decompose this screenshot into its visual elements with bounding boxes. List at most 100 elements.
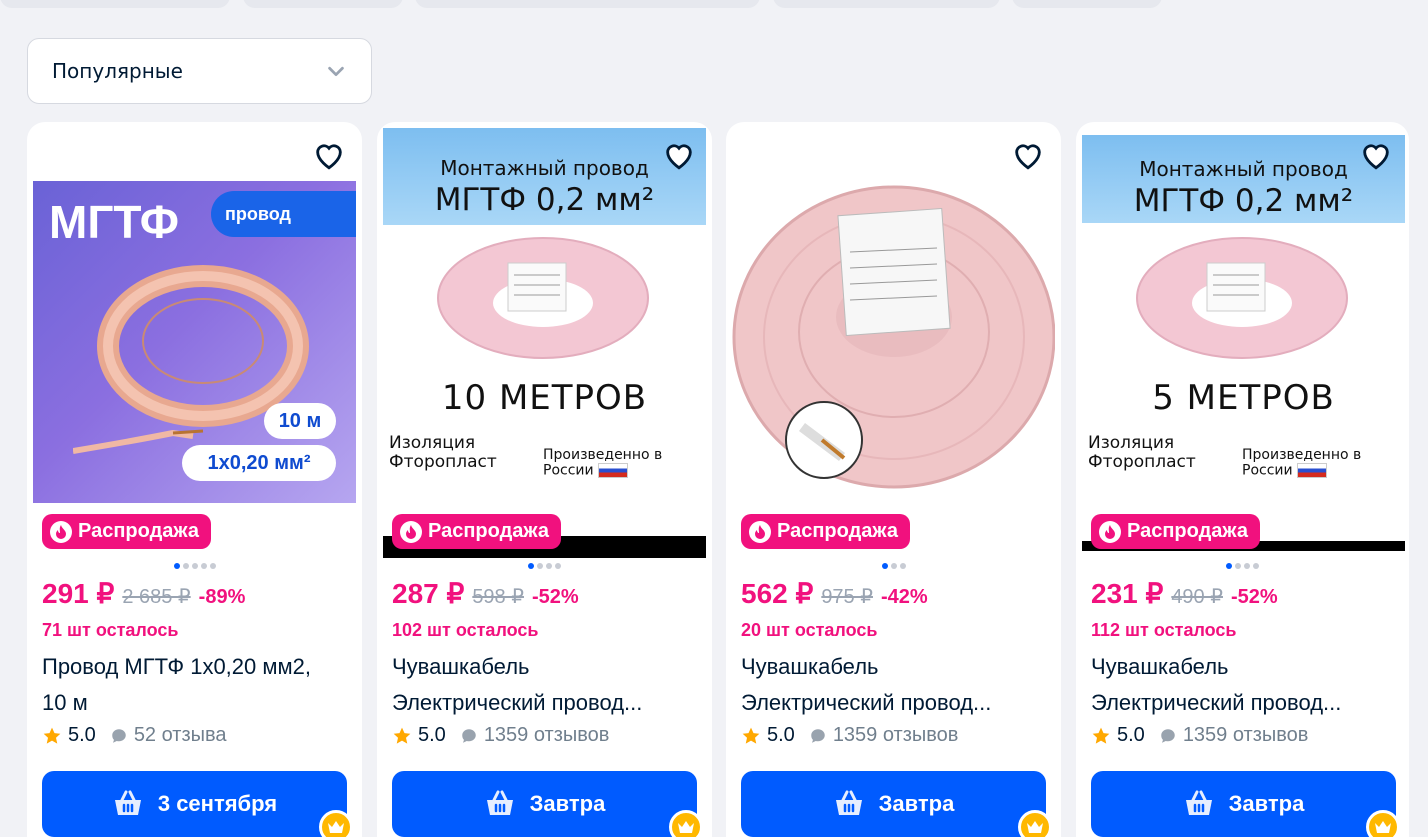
pagination-dot[interactable]: [209, 563, 216, 569]
photo-made-line-1: Произведенно в: [1242, 447, 1362, 463]
favorite-heart-icon[interactable]: [1009, 136, 1047, 174]
pagination-dot[interactable]: [555, 563, 561, 569]
product-title[interactable]: Чувашкабель Электрический провод...: [741, 649, 1051, 721]
rating-row: 5.0 1359 отзывов: [741, 724, 958, 747]
discount: -52%: [531, 586, 579, 608]
favorite-heart-icon[interactable]: [660, 136, 698, 174]
discount: -89%: [198, 586, 246, 608]
filter-chip[interactable]: [415, 0, 760, 8]
pagination-dot[interactable]: [528, 563, 534, 569]
flame-icon: [50, 520, 72, 543]
photo-insulation: Изоляция Фторопласт: [389, 434, 497, 472]
top-filter-chips: [0, 0, 1428, 8]
pagination-dot[interactable]: [1253, 563, 1259, 569]
filter-chip[interactable]: [773, 0, 1000, 8]
premium-crown-icon: [669, 810, 703, 837]
pagination-dot[interactable]: [881, 563, 888, 569]
sale-badge-label: Распродажа: [78, 520, 199, 542]
premium-crown-icon: [319, 810, 353, 837]
product-card[interactable]: МГТФ провод 10 м 1х0,20 мм² Распродажа 2…: [27, 122, 362, 837]
reviews-link[interactable]: 52 отзыва: [110, 724, 227, 747]
sale-badge: Распродажа: [42, 514, 211, 549]
pagination-dot[interactable]: [173, 563, 180, 569]
product-card[interactable]: Монтажный провод МГТФ 0,2 мм² 10 МЕТРОВ …: [377, 122, 712, 837]
photo-insulation-line-2: Фторопласт: [389, 452, 497, 472]
sort-dropdown[interactable]: Популярные: [27, 38, 372, 104]
sale-badge-label: Распродажа: [777, 520, 898, 542]
photo-pagination-dots: [1076, 563, 1409, 569]
delivery-date: Завтра: [529, 791, 606, 816]
photo-insulation: Изоляция Фторопласт: [1088, 434, 1196, 472]
photo-meters: 10 МЕТРОВ: [441, 378, 648, 418]
rating-score: 5.0: [1117, 724, 1145, 746]
basket-icon: [1185, 790, 1212, 815]
premium-crown-icon: [1018, 810, 1052, 837]
pagination-dot[interactable]: [890, 563, 897, 569]
reviews-count: 52 отзыва: [133, 724, 227, 746]
product-title[interactable]: Чувашкабель Электрический провод...: [1091, 649, 1401, 721]
title-line-2: Электрический провод...: [741, 690, 992, 715]
price: 231 ₽: [1091, 578, 1164, 609]
product-photo[interactable]: Монтажный провод МГТФ 0,2 мм² 5 МЕТРОВ И…: [1082, 135, 1405, 551]
product-title[interactable]: Чувашкабель Электрический провод...: [392, 649, 702, 721]
photo-banner-line-1: Монтажный провод: [440, 156, 649, 180]
old-price: 2 685 ₽: [122, 586, 191, 608]
photo-banner-line-2: МГТФ 0,2 мм²: [434, 182, 655, 218]
product-title[interactable]: Провод МГТФ 1х0,20 мм2, 10 м: [42, 649, 352, 721]
cable-coil-image: [1136, 237, 1348, 359]
basket-icon: [486, 790, 513, 815]
add-to-cart-button[interactable]: Завтра: [392, 771, 697, 837]
pagination-dot[interactable]: [191, 563, 198, 569]
rating-score: 5.0: [767, 724, 795, 746]
stock-left: 71 шт осталось: [42, 620, 179, 640]
filter-chip[interactable]: [243, 0, 403, 8]
product-card[interactable]: Распродажа 562 ₽ 975 ₽ -42% 20 шт остало…: [726, 122, 1061, 837]
photo-insulation-line-1: Изоляция: [389, 433, 476, 453]
pagination-dot[interactable]: [1235, 563, 1241, 569]
title-line-2: Электрический провод...: [1091, 690, 1342, 715]
filter-chip[interactable]: [0, 0, 230, 8]
product-photo[interactable]: [732, 182, 1055, 502]
reviews-count: 1359 отзывов: [1182, 724, 1309, 746]
product-photo[interactable]: МГТФ провод 10 м 1х0,20 мм²: [33, 181, 356, 503]
photo-length-pill: 10 м: [264, 403, 336, 439]
favorite-heart-icon[interactable]: [1357, 136, 1395, 174]
pagination-dot[interactable]: [1226, 563, 1232, 569]
reviews-count: 1359 отзывов: [832, 724, 959, 746]
pagination-dot[interactable]: [1244, 563, 1250, 569]
pagination-dot[interactable]: [200, 563, 207, 569]
pagination-dot[interactable]: [546, 563, 552, 569]
add-to-cart-button[interactable]: 3 сентября: [42, 771, 347, 837]
star-icon: [1092, 727, 1110, 744]
filter-chip[interactable]: [1012, 0, 1162, 8]
sale-badge: Распродажа: [1091, 514, 1260, 549]
photo-pagination-dots: [377, 563, 712, 569]
reviews-link[interactable]: 1359 отзывов: [809, 724, 959, 747]
comment-icon: [1161, 728, 1175, 743]
reviews-link[interactable]: 1359 отзывов: [1159, 724, 1309, 747]
photo-made-in: Произведенно в России: [543, 448, 662, 479]
russia-flag-icon: [1297, 463, 1328, 478]
title-line-1: Чувашкабель: [392, 654, 530, 679]
add-to-cart-button[interactable]: Завтра: [741, 771, 1046, 837]
basket-icon: [114, 790, 141, 815]
sort-label: Популярные: [52, 59, 183, 83]
title-line-2: 10 м: [42, 690, 88, 715]
product-photo[interactable]: Монтажный провод МГТФ 0,2 мм² 10 МЕТРОВ …: [383, 128, 706, 558]
reviews-count: 1359 отзывов: [483, 724, 610, 746]
photo-made-line-1: Произведенно в: [543, 447, 663, 463]
discount: -52%: [1230, 586, 1278, 608]
price: 562 ₽: [741, 578, 814, 609]
product-card[interactable]: Монтажный провод МГТФ 0,2 мм² 5 МЕТРОВ И…: [1076, 122, 1409, 837]
stock-left: 102 шт осталось: [392, 620, 539, 640]
pagination-dot[interactable]: [899, 563, 906, 569]
photo-brand-text: МГТФ: [49, 196, 180, 248]
favorite-heart-icon[interactable]: [310, 136, 348, 174]
star-icon: [742, 727, 760, 744]
pagination-dot[interactable]: [537, 563, 543, 569]
pagination-dot[interactable]: [182, 563, 189, 569]
reviews-link[interactable]: 1359 отзывов: [460, 724, 610, 747]
sale-badge: Распродажа: [392, 514, 561, 549]
old-price: 598 ₽: [472, 586, 524, 608]
add-to-cart-button[interactable]: Завтра: [1091, 771, 1396, 837]
